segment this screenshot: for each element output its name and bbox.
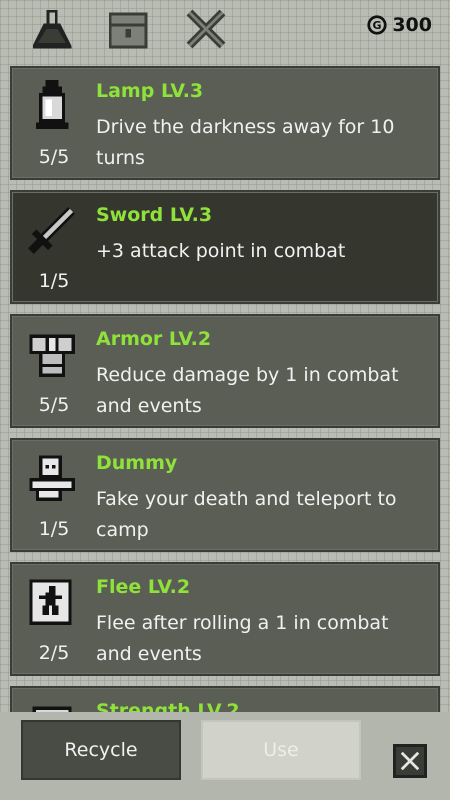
potion-icon — [32, 9, 72, 49]
item-card-sword[interactable]: 1/5 Sword LV.3 +3 attack point in combat — [10, 190, 440, 304]
tab-chest[interactable] — [104, 6, 152, 52]
item-description: Fake your death and teleport to camp — [96, 488, 397, 541]
coin-amount: 300 — [392, 14, 432, 36]
item-card-lamp[interactable]: 5/5 Lamp LV.3 Drive the darkness away fo… — [10, 66, 440, 180]
flee-scroll-icon — [26, 576, 78, 628]
tab-potions[interactable] — [28, 6, 76, 52]
coin-icon: G — [367, 15, 387, 35]
item-card-strength[interactable]: Strength LV.2 — [10, 686, 440, 712]
item-card-armor[interactable]: 5/5 Armor LV.2 Reduce damage by 1 in com… — [10, 314, 440, 428]
svg-text:G: G — [373, 19, 382, 32]
lamp-icon — [26, 80, 78, 132]
close-button[interactable] — [393, 744, 427, 778]
item-count: 2/5 — [38, 642, 70, 664]
item-count: 1/5 — [38, 518, 70, 540]
item-name: Sword LV.3 — [96, 204, 213, 226]
item-description: +3 attack point in combat — [96, 240, 346, 262]
armor-icon — [26, 328, 78, 380]
bottom-bar: Recycle Use — [0, 712, 450, 800]
item-name: Lamp LV.3 — [96, 80, 204, 102]
item-name: Strength LV.2 — [96, 700, 240, 712]
top-bar: G 300 — [0, 0, 450, 56]
chest-icon — [108, 12, 148, 49]
item-count: 1/5 — [38, 270, 70, 292]
item-list[interactable]: 5/5 Lamp LV.3 Drive the darkness away fo… — [10, 66, 440, 712]
strength-icon — [26, 700, 78, 712]
use-button[interactable]: Use — [201, 720, 361, 780]
item-name: Armor LV.2 — [96, 328, 212, 350]
item-description: Flee after rolling a 1 in combat and eve… — [96, 612, 389, 665]
crossed-swords-icon — [186, 9, 226, 49]
dummy-icon — [26, 452, 78, 504]
item-card-flee[interactable]: 2/5 Flee LV.2 Flee after rolling a 1 in … — [10, 562, 440, 676]
tab-weapons[interactable] — [182, 6, 230, 52]
close-icon — [400, 751, 420, 771]
item-description: Drive the darkness away for 10 turns — [96, 116, 395, 169]
item-card-dummy[interactable]: 1/5 Dummy Fake your death and teleport t… — [10, 438, 440, 552]
item-count: 5/5 — [38, 394, 70, 416]
sword-icon — [26, 204, 78, 256]
item-name: Dummy — [96, 452, 178, 474]
recycle-button[interactable]: Recycle — [21, 720, 181, 780]
item-count: 5/5 — [38, 146, 70, 168]
item-description: Reduce damage by 1 in combat and events — [96, 364, 399, 417]
item-name: Flee LV.2 — [96, 576, 191, 598]
coin-counter: G 300 — [366, 14, 432, 36]
